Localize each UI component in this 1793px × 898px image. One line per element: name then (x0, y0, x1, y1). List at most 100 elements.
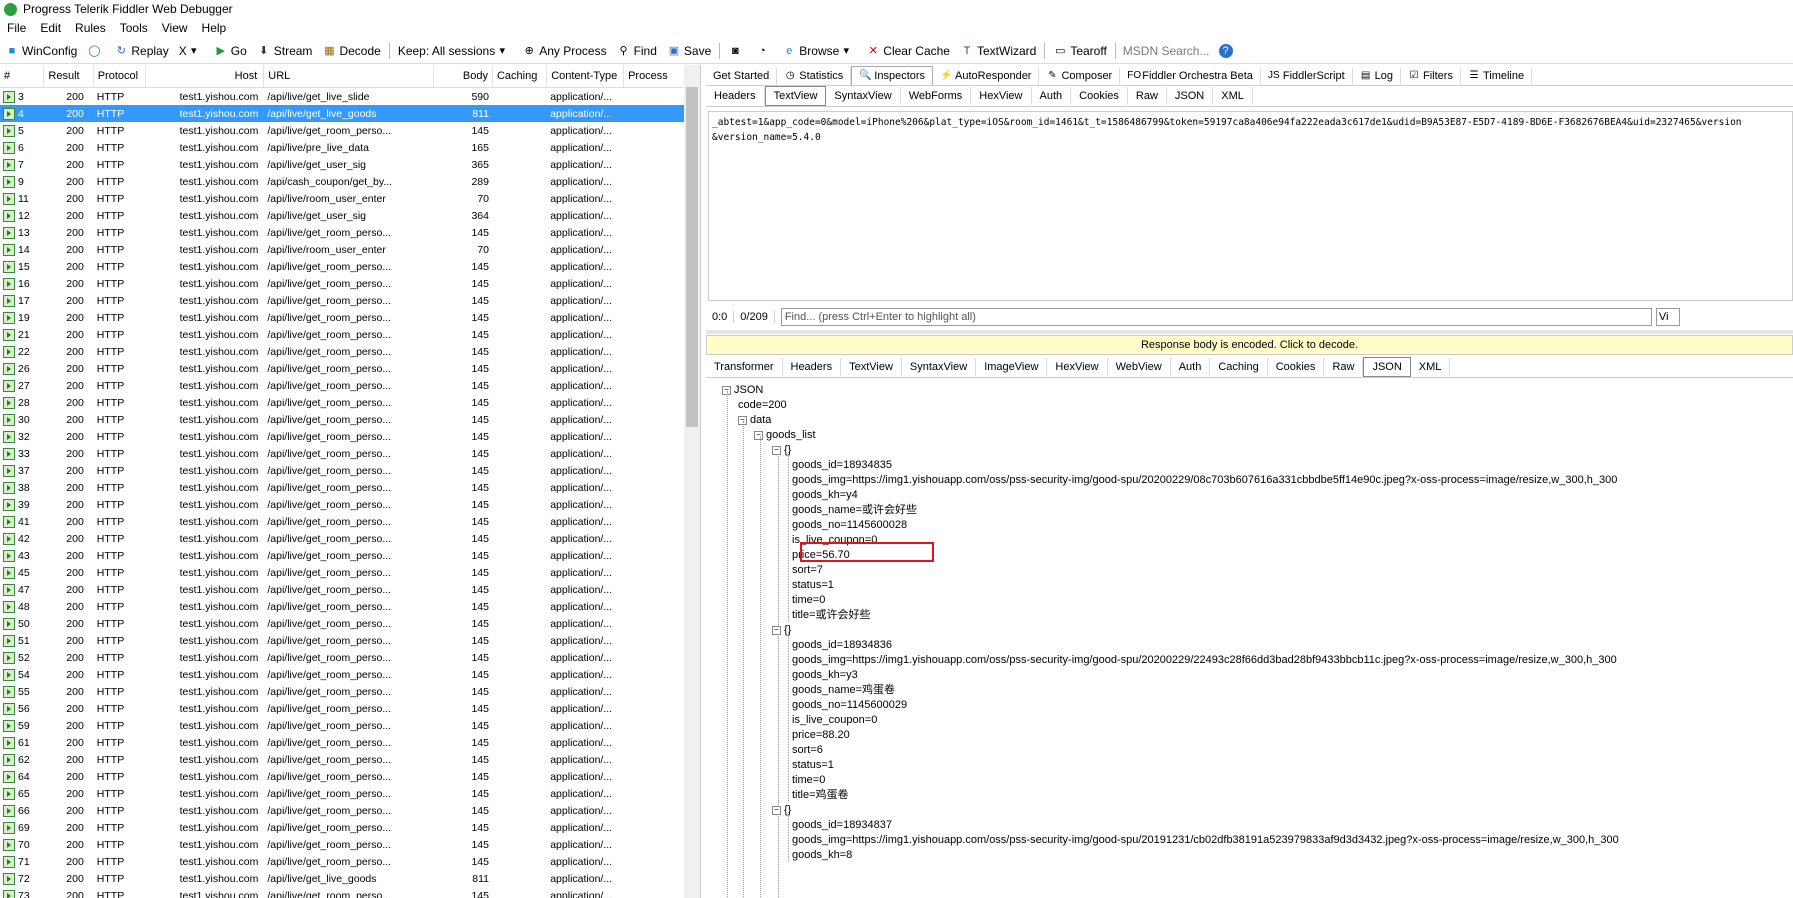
request-tab-hexview[interactable]: HexView (971, 87, 1032, 105)
session-row[interactable]: 28 200 HTTP test1.yishou.com/api/live/get_r… (0, 394, 700, 411)
session-row[interactable]: 72 200 HTTP test1.yishou.com/api/live/get_l… (0, 870, 700, 887)
tab-fiddler-orchestra-beta[interactable]: FO Fiddler Orchestra Beta (1120, 67, 1261, 85)
session-row[interactable]: 38 200 HTTP test1.yishou.com/api/live/get_r… (0, 479, 700, 496)
replay-button[interactable]: ↻ Replay (109, 40, 173, 62)
browse-button[interactable]: e Browse ▾ (777, 40, 861, 62)
session-row[interactable]: 3 200 HTTP test1.yishou.com/api/live/get_li… (0, 88, 700, 105)
clear-cache-button[interactable]: ✕ Clear Cache (861, 40, 955, 62)
splitter[interactable] (706, 330, 1793, 334)
session-row[interactable]: 27 200 HTTP test1.yishou.com/api/live/get_r… (0, 377, 700, 394)
session-row[interactable]: 47 200 HTTP test1.yishou.com/api/live/get_r… (0, 581, 700, 598)
session-row[interactable]: 61 200 HTTP test1.yishou.com/api/live/get_r… (0, 734, 700, 751)
session-row[interactable]: 41 200 HTTP test1.yishou.com/api/live/get_r… (0, 513, 700, 530)
comment-button[interactable]: ◯ (82, 40, 109, 62)
col-protocol[interactable]: Protocol (94, 65, 146, 87)
request-text-view[interactable]: _abtest=1&app_code=0&model=iPhone%206&pl… (708, 111, 1793, 301)
col-caching[interactable]: Caching (493, 65, 548, 87)
session-row[interactable]: 50 200 HTTP test1.yishou.com/api/live/get_r… (0, 615, 700, 632)
session-row[interactable]: 19 200 HTTP test1.yishou.com/api/live/get_r… (0, 309, 700, 326)
col-content-type[interactable]: Content-Type (547, 65, 625, 87)
scrollbar-thumb[interactable] (686, 87, 698, 427)
session-row[interactable]: 37 200 HTTP test1.yishou.com/api/live/get_r… (0, 462, 700, 479)
find-input[interactable]: Find... (press Ctrl+Enter to highlight a… (780, 308, 1652, 326)
response-tab-textview[interactable]: TextView (841, 358, 902, 376)
json-root-node[interactable]: − JSON (722, 383, 763, 398)
collapse-toggle-icon[interactable]: − (772, 805, 781, 815)
collapse-toggle-icon[interactable]: − (772, 445, 781, 455)
response-tab-imageview[interactable]: ImageView (976, 358, 1048, 376)
session-row[interactable]: 70 200 HTTP test1.yishou.com/api/live/get_r… (0, 836, 700, 853)
session-row[interactable]: 66 200 HTTP test1.yishou.com/api/live/get_r… (0, 802, 700, 819)
menu-tools[interactable]: Tools (113, 21, 155, 35)
request-tab-textview[interactable]: TextView (764, 86, 827, 106)
decode-button[interactable]: ▦ Decode (317, 40, 385, 62)
session-row[interactable]: 73 200 HTTP test1.yishou.com/api/live/get_r… (0, 887, 700, 898)
menu-view[interactable]: View (155, 21, 195, 35)
help-icon[interactable]: ? (1214, 40, 1241, 62)
response-tab-auth[interactable]: Auth (1171, 358, 1211, 376)
collapse-toggle-icon[interactable]: − (772, 625, 781, 635)
col-number[interactable]: # (0, 65, 45, 87)
response-tab-hexview[interactable]: HexView (1047, 358, 1108, 376)
request-tab-cookies[interactable]: Cookies (1071, 87, 1128, 105)
session-row[interactable]: 64 200 HTTP test1.yishou.com/api/live/get_r… (0, 768, 700, 785)
request-tab-syntaxview[interactable]: SyntaxView (826, 87, 901, 105)
session-row[interactable]: 5 200 HTTP test1.yishou.com/api/live/get_ro… (0, 122, 700, 139)
go-button[interactable]: ▶ Go (209, 40, 252, 62)
session-row[interactable]: 14 200 HTTP test1.yishou.com/api/live/room_… (0, 241, 700, 258)
session-row[interactable]: 26 200 HTTP test1.yishou.com/api/live/get_r… (0, 360, 700, 377)
menu-rules[interactable]: Rules (68, 21, 113, 35)
tab-get-started[interactable]: Get Started (706, 67, 778, 85)
screenshot-button[interactable]: ◙ (723, 40, 750, 62)
tab-timeline[interactable]: ☰ Timeline (1461, 67, 1533, 85)
tab-composer[interactable]: ✎ Composer (1039, 67, 1121, 85)
session-row[interactable]: 9 200 HTTP test1.yishou.com/api/cash_coupon… (0, 173, 700, 190)
response-tab-caching[interactable]: Caching (1210, 358, 1268, 376)
session-row[interactable]: 43 200 HTTP test1.yishou.com/api/live/get_r… (0, 547, 700, 564)
winconfig-button[interactable]: ■ WinConfig (0, 40, 82, 62)
session-row[interactable]: 42 200 HTTP test1.yishou.com/api/live/get_r… (0, 530, 700, 547)
decode-banner[interactable]: Response body is encoded. Click to decod… (706, 335, 1793, 355)
session-row[interactable]: 22 200 HTTP test1.yishou.com/api/live/get_r… (0, 343, 700, 360)
session-row[interactable]: 7 200 HTTP test1.yishou.com/api/live/get_us… (0, 156, 700, 173)
session-row[interactable]: 65 200 HTTP test1.yishou.com/api/live/get_r… (0, 785, 700, 802)
response-tab-transformer[interactable]: Transformer (706, 358, 783, 376)
response-tab-xml[interactable]: XML (1411, 358, 1451, 376)
col-process[interactable]: Process (624, 65, 686, 87)
response-tab-syntaxview[interactable]: SyntaxView (902, 358, 977, 376)
menu-edit[interactable]: Edit (33, 21, 68, 35)
save-button[interactable]: ▣ Save (662, 40, 716, 62)
session-row[interactable]: 12 200 HTTP test1.yishou.com/api/live/get_u… (0, 207, 700, 224)
session-row[interactable]: 16 200 HTTP test1.yishou.com/api/live/get_r… (0, 275, 700, 292)
session-row[interactable]: 56 200 HTTP test1.yishou.com/api/live/get_r… (0, 700, 700, 717)
tearoff-button[interactable]: ▭ Tearoff (1048, 40, 1111, 62)
timer-button[interactable]: ◔ (750, 40, 777, 62)
session-row[interactable]: 52 200 HTTP test1.yishou.com/api/live/get_r… (0, 649, 700, 666)
session-row[interactable]: 62 200 HTTP test1.yishou.com/api/live/get_r… (0, 751, 700, 768)
col-result[interactable]: Result (44, 65, 94, 87)
response-tab-json[interactable]: JSON (1363, 357, 1411, 377)
textwizard-button[interactable]: T TextWizard (955, 40, 1041, 62)
request-tab-json[interactable]: JSON (1167, 87, 1214, 105)
remove-button[interactable]: X ▾ (174, 40, 209, 62)
menu-file[interactable]: File (0, 21, 33, 35)
request-tab-webforms[interactable]: WebForms (901, 87, 972, 105)
session-row[interactable]: 4 200 HTTP test1.yishou.com/api/live/get_li… (0, 105, 700, 122)
session-row[interactable]: 45 200 HTTP test1.yishou.com/api/live/get_r… (0, 564, 700, 581)
session-row[interactable]: 17 200 HTTP test1.yishou.com/api/live/get_r… (0, 292, 700, 309)
keep-sessions-dropdown[interactable]: Keep: All sessions ▾ (393, 40, 517, 62)
session-row[interactable]: 48 200 HTTP test1.yishou.com/api/live/get_r… (0, 598, 700, 615)
session-row[interactable]: 30 200 HTTP test1.yishou.com/api/live/get_r… (0, 411, 700, 428)
session-row[interactable]: 15 200 HTTP test1.yishou.com/api/live/get_r… (0, 258, 700, 275)
session-row[interactable]: 33 200 HTTP test1.yishou.com/api/live/get_r… (0, 445, 700, 462)
session-row[interactable]: 51 200 HTTP test1.yishou.com/api/live/get_r… (0, 632, 700, 649)
request-tab-headers[interactable]: Headers (706, 87, 765, 105)
session-row[interactable]: 32 200 HTTP test1.yishou.com/api/live/get_r… (0, 428, 700, 445)
session-row[interactable]: 69 200 HTTP test1.yishou.com/api/live/get_r… (0, 819, 700, 836)
request-tab-xml[interactable]: XML (1213, 87, 1253, 105)
session-row[interactable]: 11 200 HTTP test1.yishou.com/api/live/room_… (0, 190, 700, 207)
response-tab-cookies[interactable]: Cookies (1268, 358, 1325, 376)
tab-log[interactable]: ▤ Log (1353, 67, 1401, 85)
col-body[interactable]: Body (434, 65, 493, 87)
request-tab-raw[interactable]: Raw (1128, 87, 1167, 105)
